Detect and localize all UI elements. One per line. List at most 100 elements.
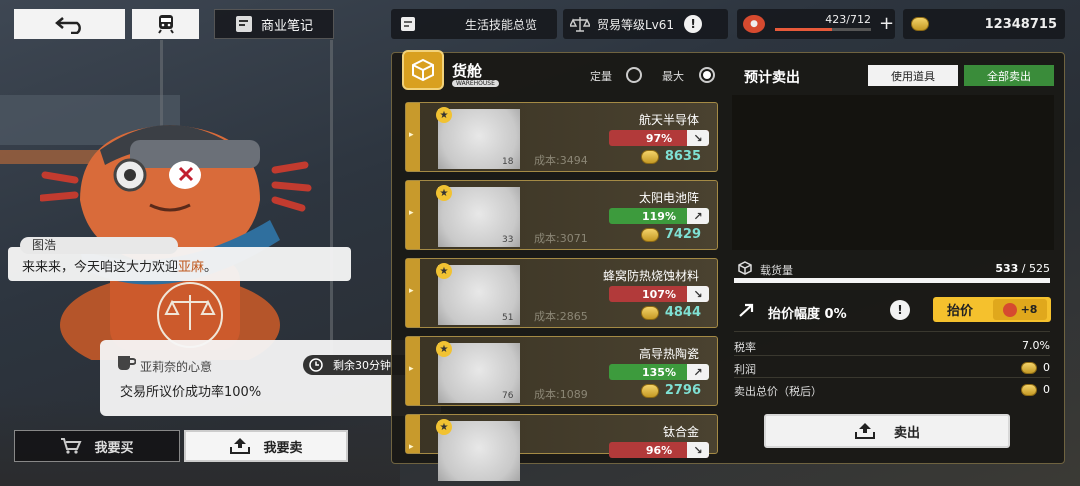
- star-icon: ★: [436, 185, 452, 201]
- train-button[interactable]: [132, 9, 199, 39]
- fixed-amount-radio[interactable]: [626, 67, 642, 83]
- item-card[interactable]: ★ 51 蜂窝防热烧蚀材料 107% ↘ 成本:2865 4844: [405, 258, 718, 328]
- sell-preview-area[interactable]: [732, 95, 1054, 250]
- cargo-separator: /: [1021, 262, 1026, 275]
- add-stamina-icon[interactable]: +: [879, 15, 894, 33]
- item-card[interactable]: ★ 18 航天半导体 97% ↘ 成本:3494 8635: [405, 102, 718, 172]
- item-price-percent: 119% ↗: [609, 208, 709, 224]
- sell-button[interactable]: 卖出: [764, 414, 1010, 448]
- item-quantity: 18: [502, 157, 514, 167]
- item-price: 2796: [640, 383, 701, 398]
- stamina-fill: [775, 28, 833, 31]
- item-card[interactable]: ★ 钛合金 96% ↘: [405, 414, 718, 481]
- buy-tab[interactable]: 我要买: [14, 430, 180, 462]
- buy-tab-label: 我要买: [94, 440, 134, 456]
- back-arrow-icon: [54, 17, 81, 34]
- item-quantity: 33: [502, 235, 514, 245]
- coin-icon: [1021, 383, 1037, 396]
- dialog-text-prefix: 来来来，今天咱这大力欢迎: [22, 260, 179, 275]
- cart-icon: [61, 438, 83, 454]
- item-cost: 成本:3071: [534, 232, 588, 245]
- sell-tab[interactable]: 我要卖: [184, 430, 348, 462]
- coin-icon: [640, 383, 659, 398]
- raise-price-button[interactable]: 抬价 +8: [933, 297, 1051, 322]
- item-name: 太阳电池阵: [638, 191, 699, 205]
- cup-icon: [118, 356, 136, 370]
- sell-button-label: 卖出: [893, 425, 920, 441]
- item-cost: 成本:3494: [534, 154, 588, 167]
- item-name: 钛合金: [662, 425, 699, 439]
- star-icon: ★: [436, 107, 452, 123]
- cargo-bar: [734, 278, 1050, 283]
- item-cost: 成本:2865: [534, 310, 588, 323]
- total-value: 0: [1021, 383, 1050, 396]
- coin-panel: 12348715: [903, 9, 1065, 39]
- stamina-bar: [775, 28, 871, 31]
- star-icon: ★: [436, 419, 452, 435]
- item-percent-text: 97%: [645, 131, 673, 145]
- coin-icon: [1021, 361, 1037, 374]
- stamina-small-icon: [1002, 302, 1017, 317]
- item-price: 4844: [640, 305, 701, 320]
- coin-icon: [640, 149, 659, 164]
- item-percent-text: 119%: [642, 209, 676, 223]
- item-price-value: 7429: [664, 227, 701, 242]
- buff-card[interactable]: 亚莉奈的心意 交易所议价成功率100%: [100, 340, 441, 416]
- divider: [734, 377, 1050, 378]
- train-icon: [157, 15, 174, 34]
- divider: [734, 355, 1050, 356]
- life-skills-button[interactable]: 生活技能总览: [391, 9, 557, 39]
- item-quantity: 76: [502, 391, 514, 401]
- stamina-icon: ●: [743, 15, 765, 33]
- cargo-box-icon: [738, 261, 752, 275]
- item-card[interactable]: ★ 76 高导热陶瓷 135% ↗ 成本:1089 2796: [405, 336, 718, 406]
- dialog-text-suffix: 。: [204, 260, 218, 275]
- trade-info-icon[interactable]: !: [684, 15, 703, 33]
- item-expand-strip[interactable]: [406, 103, 420, 171]
- item-card[interactable]: ★ 33 太阳电池阵 119% ↗ 成本:3071 7429: [405, 180, 718, 250]
- sell-all-label: 全部卖出: [987, 69, 1031, 83]
- use-item-label: 使用道具: [891, 69, 935, 83]
- raise-price-button-label: 抬价: [947, 304, 974, 319]
- raise-info-icon[interactable]: !: [890, 300, 910, 320]
- raise-price-label: 抬价幅度 0%: [768, 307, 847, 322]
- item-name: 航天半导体: [638, 113, 699, 127]
- item-expand-strip[interactable]: [406, 181, 420, 249]
- max-amount-radio[interactable]: [699, 67, 715, 83]
- item-price: 7429: [640, 227, 701, 242]
- speaker-name-tag: 图浩: [20, 237, 178, 254]
- raise-cost: +8: [993, 299, 1047, 320]
- trend-down-icon: ↘: [687, 286, 709, 302]
- back-button[interactable]: [14, 9, 125, 39]
- box-icon: [412, 58, 434, 82]
- buff-description: 交易所议价成功率100%: [120, 385, 262, 400]
- coin-icon: [640, 227, 659, 242]
- item-quantity: 51: [502, 313, 514, 323]
- buff-name: 亚莉奈的心意: [140, 360, 213, 374]
- trend-up-icon: ↗: [687, 364, 709, 380]
- use-item-button[interactable]: 使用道具: [868, 65, 958, 86]
- npc-character: [40, 125, 312, 360]
- sell-all-button[interactable]: 全部卖出: [964, 65, 1054, 86]
- item-name: 蜂窝防热烧蚀材料: [602, 269, 699, 283]
- coin-icon: [911, 17, 929, 31]
- item-cost: 成本:1089: [534, 388, 588, 401]
- trend-down-icon: ↘: [687, 442, 709, 458]
- notes-icon: [235, 16, 252, 32]
- buff-timer-text: 剩余30分钟: [333, 359, 391, 372]
- max-amount-label: 最大: [662, 70, 684, 83]
- item-price-percent: 107% ↘: [609, 286, 709, 302]
- stamina-value: 423/712: [825, 13, 871, 26]
- trend-up-icon: [739, 303, 754, 317]
- item-expand-strip[interactable]: [406, 259, 420, 327]
- tax-value: 7.0%: [1022, 339, 1050, 352]
- item-expand-strip[interactable]: [406, 415, 420, 453]
- business-notes-button[interactable]: 商业笔记: [214, 9, 334, 39]
- background-pole: [330, 40, 333, 360]
- scale-icon: [569, 15, 591, 33]
- warehouse-badge: [402, 50, 444, 90]
- profit-label: 利润: [734, 363, 756, 376]
- list-icon: [397, 15, 419, 33]
- trade-level-label: 贸易等级Lv61: [597, 17, 675, 32]
- item-expand-strip[interactable]: [406, 337, 420, 405]
